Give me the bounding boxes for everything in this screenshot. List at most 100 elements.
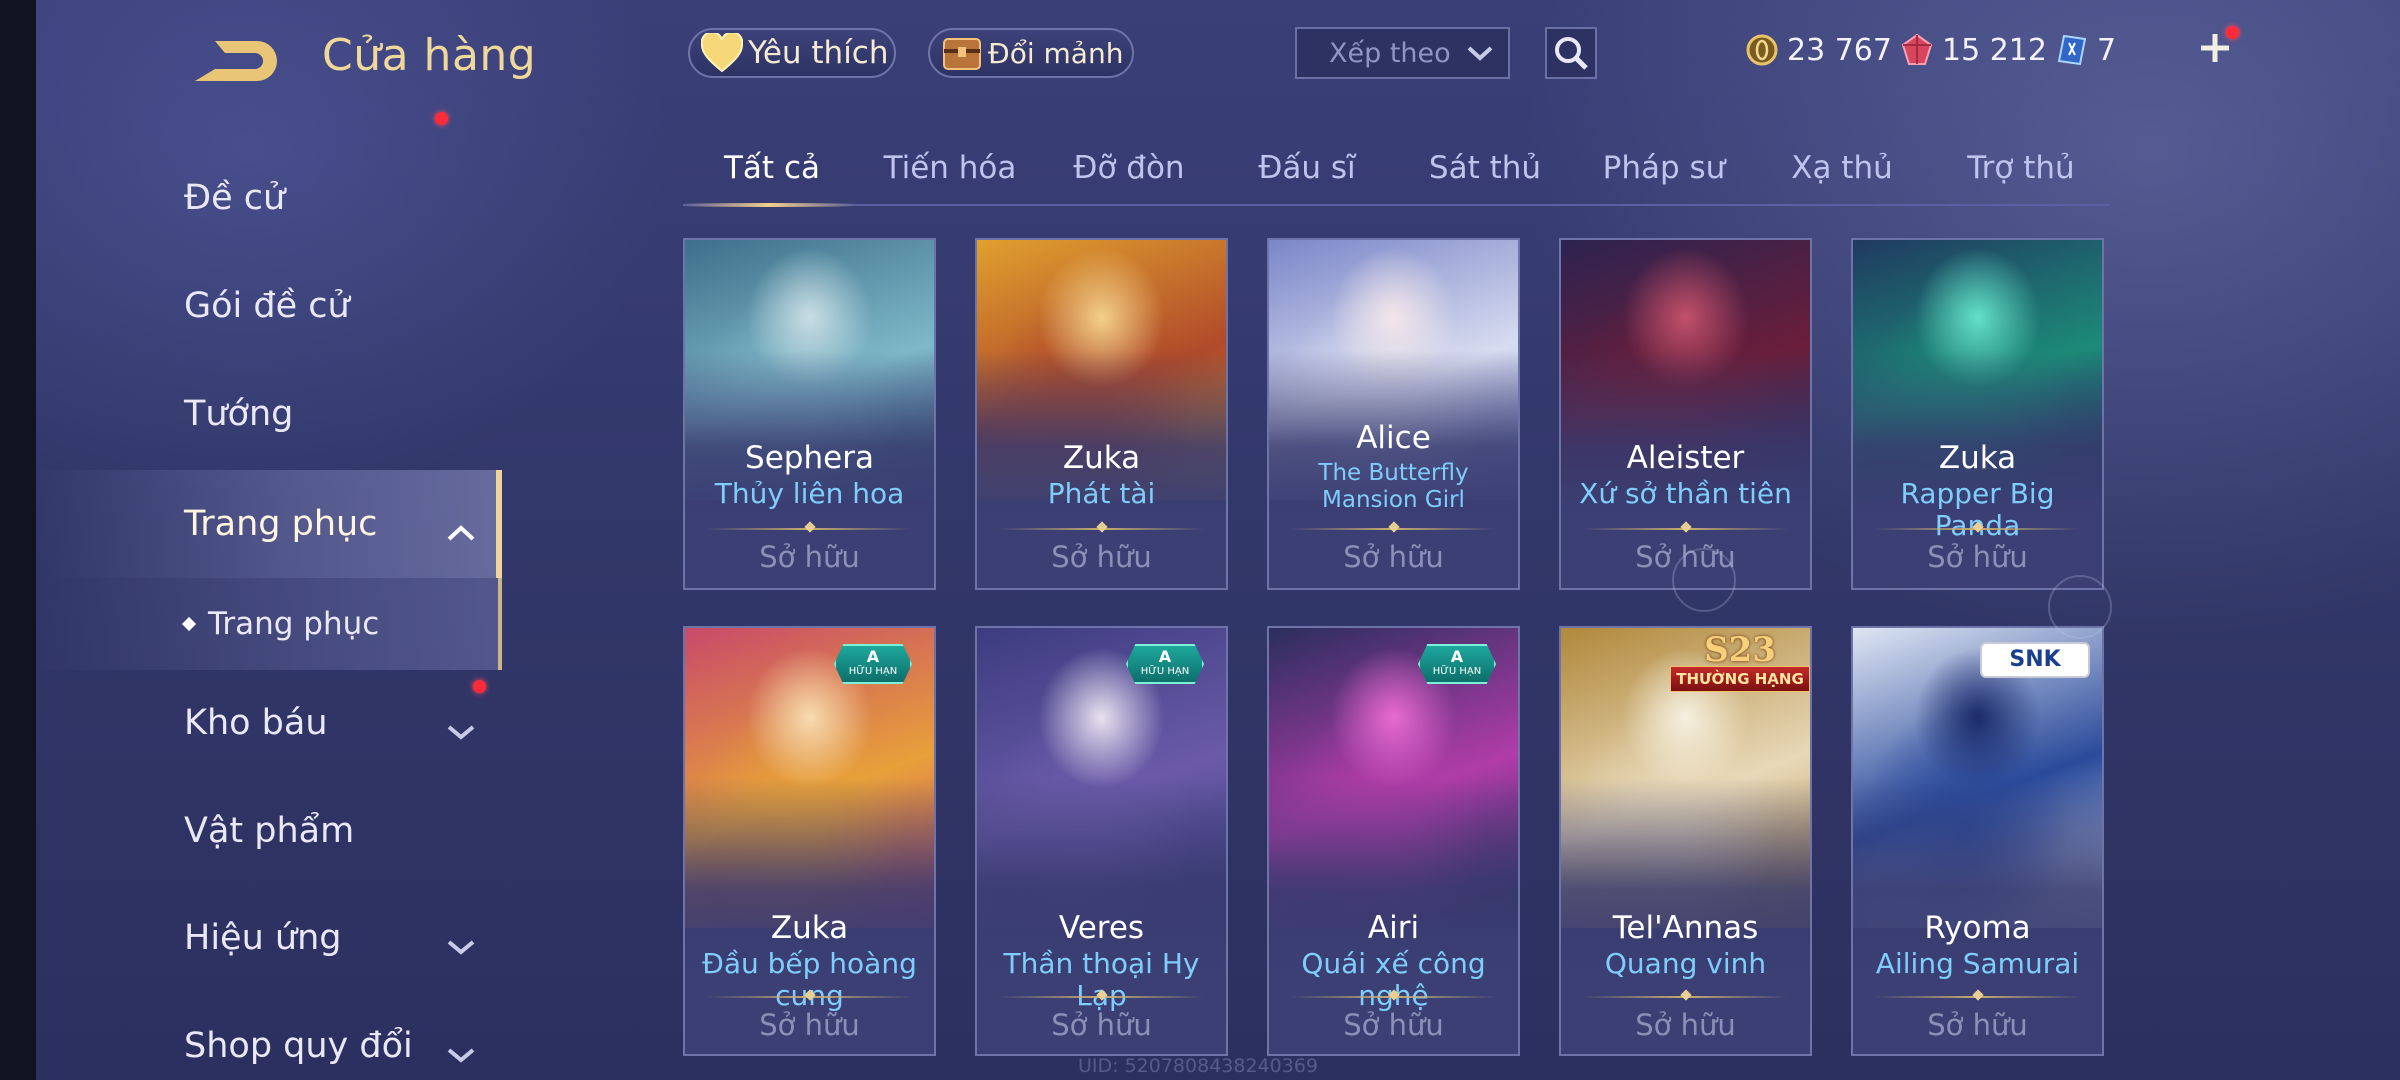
back-button[interactable] (185, 35, 280, 87)
badge-grade: A (1158, 647, 1172, 666)
exchange-shards-button[interactable]: Đổi mảnh (928, 28, 1134, 78)
tab-evolution[interactable]: Tiến hóa (861, 150, 1039, 186)
treasure-chest-icon (940, 31, 984, 75)
sidebar-item-label: Đề cử (184, 178, 286, 218)
sidebar-item-heroes[interactable]: Tướng (36, 366, 502, 462)
crystal-currency: 7 (2055, 30, 2116, 70)
card-divider (999, 996, 1204, 998)
owned-status: Sở hữu (1051, 540, 1152, 574)
sidebar-item-label: Trang phục (208, 606, 380, 642)
badge-grade: A (866, 647, 880, 666)
tab-assassin[interactable]: Sát thủ (1396, 150, 1574, 186)
sidebar-item-recommended[interactable]: Đề cử (36, 150, 502, 246)
card-divider (1875, 528, 2080, 530)
skin-name: Ailing Samurai (1875, 947, 2080, 980)
bullet-diamond-icon (181, 616, 197, 632)
hero-name: Zuka (1938, 440, 2017, 476)
gold-coin-icon (1745, 33, 1779, 67)
tab-fighter[interactable]: Đấu sĩ (1218, 150, 1396, 186)
touch-indicator (2048, 575, 2112, 639)
sidebar-item-label: Shop quy đổi (184, 1026, 413, 1066)
owned-status: Sở hữu (759, 1008, 860, 1042)
hero-name: Tel'Annas (1612, 910, 1759, 946)
skin-card[interactable]: Tel'Annas Quang vinh Sở hữu S23 THƯỜNG HẠNG (1559, 626, 1812, 1056)
sidebar-item-label: Vật phẩm (184, 811, 355, 851)
hero-name: Veres (1058, 910, 1145, 946)
owned-status: Sở hữu (1927, 540, 2028, 574)
skin-name: Phát tài (1047, 477, 1156, 510)
hero-name: Zuka (770, 910, 849, 946)
owned-status: Sở hữu (1051, 1008, 1152, 1042)
limited-badge: A HỮU HẠN (1418, 644, 1496, 684)
skin-name: Quái xế công nghệ (1301, 947, 1486, 1012)
tab-mage[interactable]: Pháp sư (1575, 150, 1753, 186)
skin-name: Quang vinh (1604, 947, 1767, 980)
skin-name: Thủy liên hoa (714, 477, 905, 510)
skin-card[interactable]: ZukaRapper Big PandaSở hữu (1851, 238, 2104, 590)
skin-card[interactable]: ZukaĐầu bếp hoàng cungSở hữu AHỮU HẠN (683, 626, 936, 1056)
sidebar-item-effects[interactable]: Hiệu ứng (36, 890, 502, 986)
voucher-currency: 15 212 (1900, 30, 2047, 70)
search-icon (1555, 37, 1588, 70)
sidebar-item-recommended-packs[interactable]: Gói đề cử (36, 112, 502, 354)
sort-dropdown-label: Xếp theo (1329, 37, 1451, 69)
chevron-down-icon (446, 711, 476, 751)
sidebar-subitem-skins[interactable]: Trang phục (36, 578, 502, 670)
touch-indicator (1672, 548, 1736, 612)
card-divider (1291, 528, 1496, 530)
back-arrow-icon (195, 41, 277, 81)
left-edge-strip (0, 0, 36, 1080)
tab-tank[interactable]: Đỡ đòn (1040, 150, 1218, 186)
owned-status: Sở hữu (1635, 1008, 1736, 1042)
sidebar-item-skins[interactable]: Trang phục (36, 470, 502, 578)
card-divider (1583, 996, 1788, 998)
sidebar-item-treasure[interactable]: Kho báu (36, 675, 502, 771)
sidebar-item-exchange-shop[interactable]: Shop quy đổi (36, 998, 502, 1080)
sidebar-item-label: Hiệu ứng (184, 918, 342, 958)
voucher-amount: 15 212 (1942, 32, 2047, 68)
badge-text: THƯỜNG HẠNG (1676, 670, 1804, 688)
owned-status: Sở hữu (1343, 540, 1444, 574)
tab-all[interactable]: Tất cả (683, 150, 861, 186)
skin-card[interactable]: VeresThần thoại Hy LạpSở hữu AHỮU HẠN (975, 626, 1228, 1056)
sidebar-item-label: Tướng (184, 394, 294, 434)
hero-name: Alice (1356, 420, 1431, 456)
skin-card[interactable]: AiriQuái xế công nghệSở hữu AHỮU HẠN (1267, 626, 1520, 1056)
sidebar-item-items[interactable]: Vật phẩm (36, 783, 502, 879)
card-divider (707, 996, 912, 998)
tab-marksman[interactable]: Xạ thủ (1753, 150, 1931, 186)
search-button[interactable] (1545, 27, 1597, 79)
owned-status: Sở hữu (1343, 1008, 1444, 1042)
tab-support[interactable]: Trợ thủ (1932, 150, 2110, 186)
exchange-label: Đổi mảnh (988, 36, 1124, 70)
skin-name: Thần thoại Hy Lạp (1003, 947, 1200, 1012)
notification-dot (2226, 26, 2239, 39)
notification-dot (435, 112, 448, 125)
category-tabs: Tất cả Tiến hóa Đỡ đòn Đấu sĩ Sát thủ Ph… (683, 140, 2110, 207)
skin-card[interactable]: Zuka Phát tài Sở hữu (975, 238, 1228, 590)
skin-card[interactable]: Aleister Xứ sở thần tiên Sở hữu (1559, 238, 1812, 590)
chevron-up-icon (446, 512, 476, 552)
page-title: Cửa hàng (322, 30, 537, 81)
card-divider (707, 528, 912, 530)
notification-dot (473, 680, 486, 693)
favorites-label: Yêu thích (748, 35, 889, 71)
user-id: UID: 5207808438240369 (1078, 1055, 1318, 1077)
skin-card[interactable]: Alice The Butterfly Mansion Girl Sở hữu (1267, 238, 1520, 590)
skin-card[interactable]: Ryoma Ailing Samurai Sở hữu SNK (1851, 626, 2104, 1056)
badge-text: HỮU HẠN (1140, 666, 1190, 677)
chevron-down-icon (446, 926, 476, 966)
skin-card[interactable]: Sephera Thủy liên hoa Sở hữu (683, 238, 936, 590)
sort-dropdown[interactable]: Xếp theo (1295, 27, 1510, 79)
card-divider (999, 528, 1204, 530)
owned-status: Sở hữu (1927, 1008, 2028, 1042)
card-divider (1291, 996, 1496, 998)
skin-name: The Butterfly Mansion Girl (1318, 460, 1469, 513)
card-divider (1875, 996, 2080, 998)
active-tab-indicator (683, 203, 855, 207)
badge-grade: A (1450, 647, 1464, 666)
heart-icon (700, 31, 744, 75)
hero-name: Airi (1367, 910, 1420, 946)
favorites-button[interactable]: Yêu thích (688, 28, 896, 78)
gold-amount: 23 767 (1787, 32, 1892, 68)
